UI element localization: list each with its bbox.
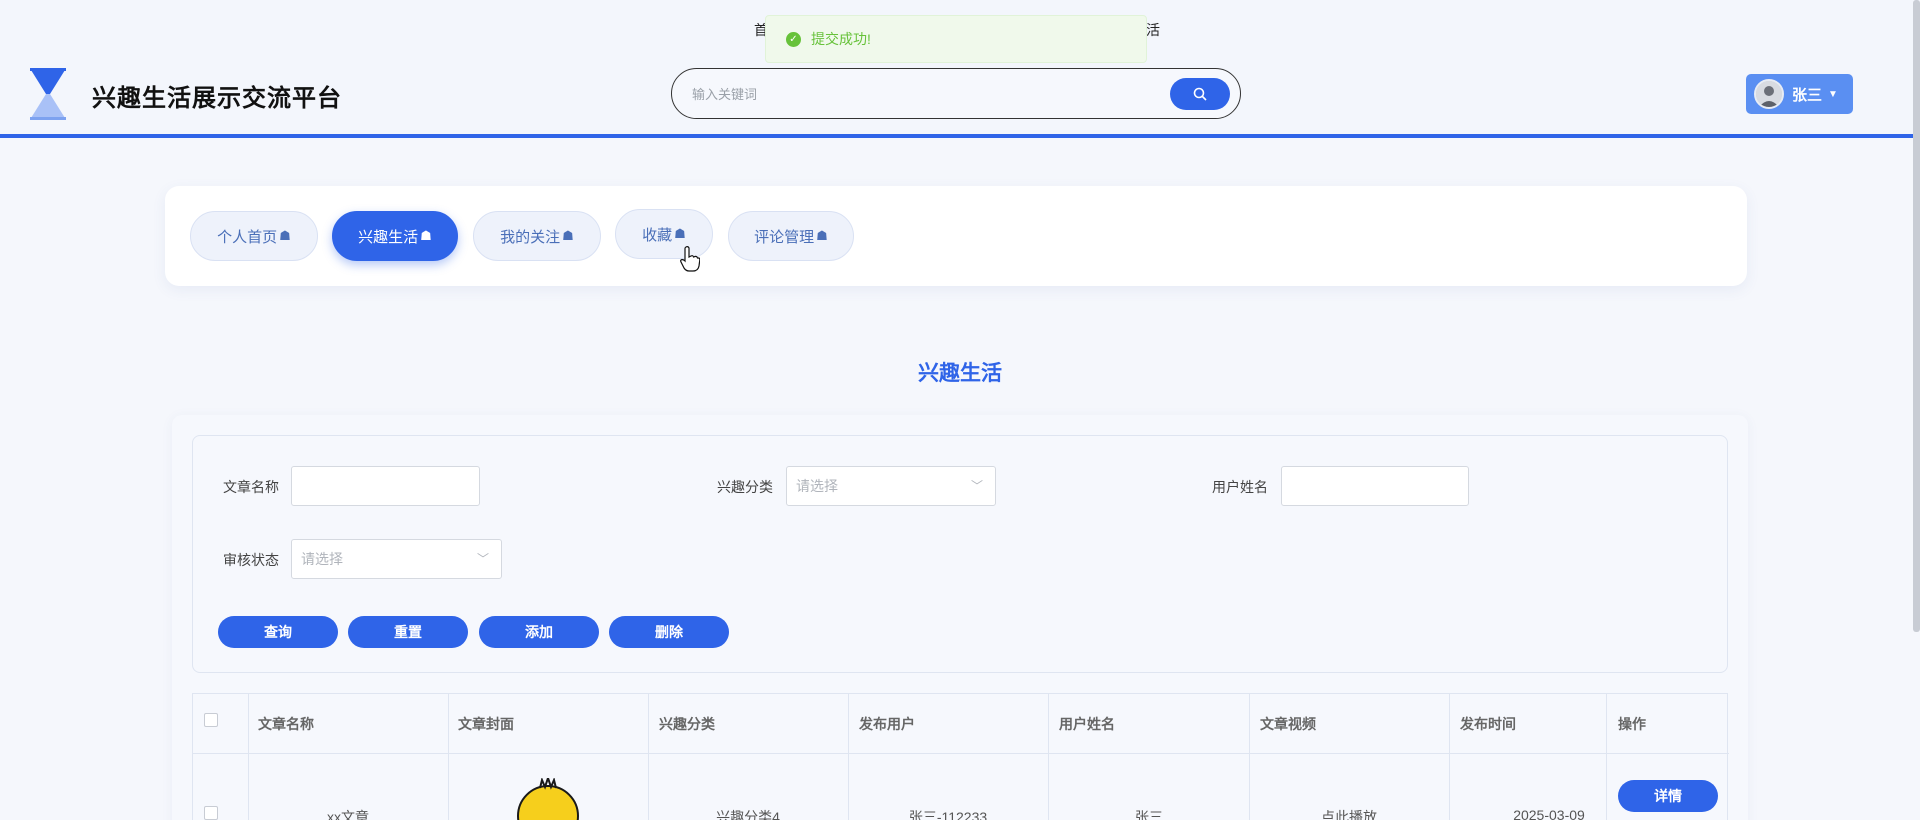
search-icon: [1193, 87, 1207, 101]
th-user-name: 用户姓名: [1059, 716, 1115, 732]
toast-message: 提交成功!: [811, 31, 871, 47]
user-name-input[interactable]: [1281, 466, 1469, 506]
search-button[interactable]: [1170, 78, 1230, 110]
tab-label: 兴趣生活: [358, 228, 419, 246]
tab-comment-management[interactable]: 评论管理 ☗: [728, 211, 854, 261]
user-name: 张三: [1792, 86, 1823, 104]
tab-label: 我的关注: [500, 228, 561, 246]
page-scrollbar[interactable]: [1913, 0, 1920, 632]
user-menu-button[interactable]: 张三 ▼: [1746, 74, 1853, 114]
column-divider: [1606, 694, 1607, 820]
delete-button[interactable]: 删除: [609, 616, 729, 648]
house-icon: ☗: [420, 228, 432, 243]
tab-label: 个人首页: [217, 228, 278, 246]
cell-interest-category: 兴趣分类4: [716, 809, 780, 820]
tab-label: 评论管理: [754, 228, 815, 246]
column-divider: [448, 694, 449, 820]
user-name-label: 用户姓名: [1212, 479, 1268, 495]
cell-user-name: 张三: [1135, 809, 1163, 820]
column-divider: [1449, 694, 1450, 820]
cell-article-name[interactable]: xx文章: [248, 807, 448, 820]
search-input[interactable]: [692, 82, 1132, 106]
th-article-cover: 文章封面: [458, 716, 514, 732]
site-title: 兴趣生活展示交流平台: [92, 85, 342, 112]
tab-my-follows[interactable]: 我的关注 ☗: [473, 211, 601, 261]
tab-interest-life[interactable]: 兴趣生活 ☗: [332, 211, 458, 261]
tab-label: 收藏: [642, 226, 673, 244]
th-article-video: 文章视频: [1260, 716, 1316, 732]
th-interest-category: 兴趣分类: [659, 716, 715, 732]
interest-category-select[interactable]: 请选择 ﹀: [786, 466, 996, 506]
cell-publish-time: 2025-03-09: [1513, 807, 1585, 820]
column-divider: [648, 694, 649, 820]
add-button[interactable]: 添加: [479, 616, 599, 648]
house-icon: ☗: [816, 228, 828, 243]
tab-personal-home[interactable]: 个人首页 ☗: [190, 211, 318, 261]
article-name-input[interactable]: [291, 466, 480, 506]
success-toast: ✓ 提交成功!: [765, 15, 1147, 63]
review-status-placeholder: 请选择: [301, 551, 343, 567]
interest-category-placeholder: 请选择: [796, 478, 838, 494]
hand-pointer-icon: [680, 246, 701, 277]
interest-category-label: 兴趣分类: [717, 479, 773, 495]
article-cover-image: [508, 774, 588, 820]
cell-video-link[interactable]: 点此播放: [1249, 807, 1449, 820]
avatar: [1754, 79, 1784, 109]
review-status-select[interactable]: 请选择 ﹀: [291, 539, 502, 579]
th-publisher: 发布用户: [859, 716, 915, 732]
section-title: 兴趣生活: [918, 362, 1002, 385]
column-divider: [1048, 694, 1049, 820]
house-icon: ☗: [562, 228, 574, 243]
chevron-down-icon: ﹀: [476, 552, 489, 566]
row-checkbox[interactable]: [204, 806, 218, 820]
column-divider: [1249, 694, 1250, 820]
th-publish-time: 发布时间: [1460, 716, 1516, 732]
nav-item-interest-life[interactable]: 活: [1146, 20, 1160, 40]
search-box: [671, 68, 1241, 119]
reset-button[interactable]: 重置: [348, 616, 468, 648]
detail-button[interactable]: 详情: [1618, 780, 1718, 812]
review-status-label: 审核状态: [223, 552, 279, 568]
cell-publisher: 张三-112233: [908, 809, 988, 820]
th-article-name: 文章名称: [258, 716, 314, 732]
query-button[interactable]: 查询: [218, 616, 338, 648]
house-icon: ☗: [674, 226, 686, 241]
caret-down-icon: ▼: [1828, 88, 1838, 100]
column-divider: [248, 694, 249, 820]
house-icon: ☗: [279, 228, 291, 243]
article-name-label: 文章名称: [223, 479, 279, 495]
hourglass-logo-icon: [28, 68, 68, 120]
select-all-checkbox[interactable]: [204, 713, 218, 727]
chevron-down-icon: ﹀: [970, 479, 983, 493]
column-divider: [848, 694, 849, 820]
data-table: [192, 693, 1729, 820]
check-circle-icon: ✓: [786, 31, 801, 47]
th-actions: 操作: [1618, 716, 1646, 732]
